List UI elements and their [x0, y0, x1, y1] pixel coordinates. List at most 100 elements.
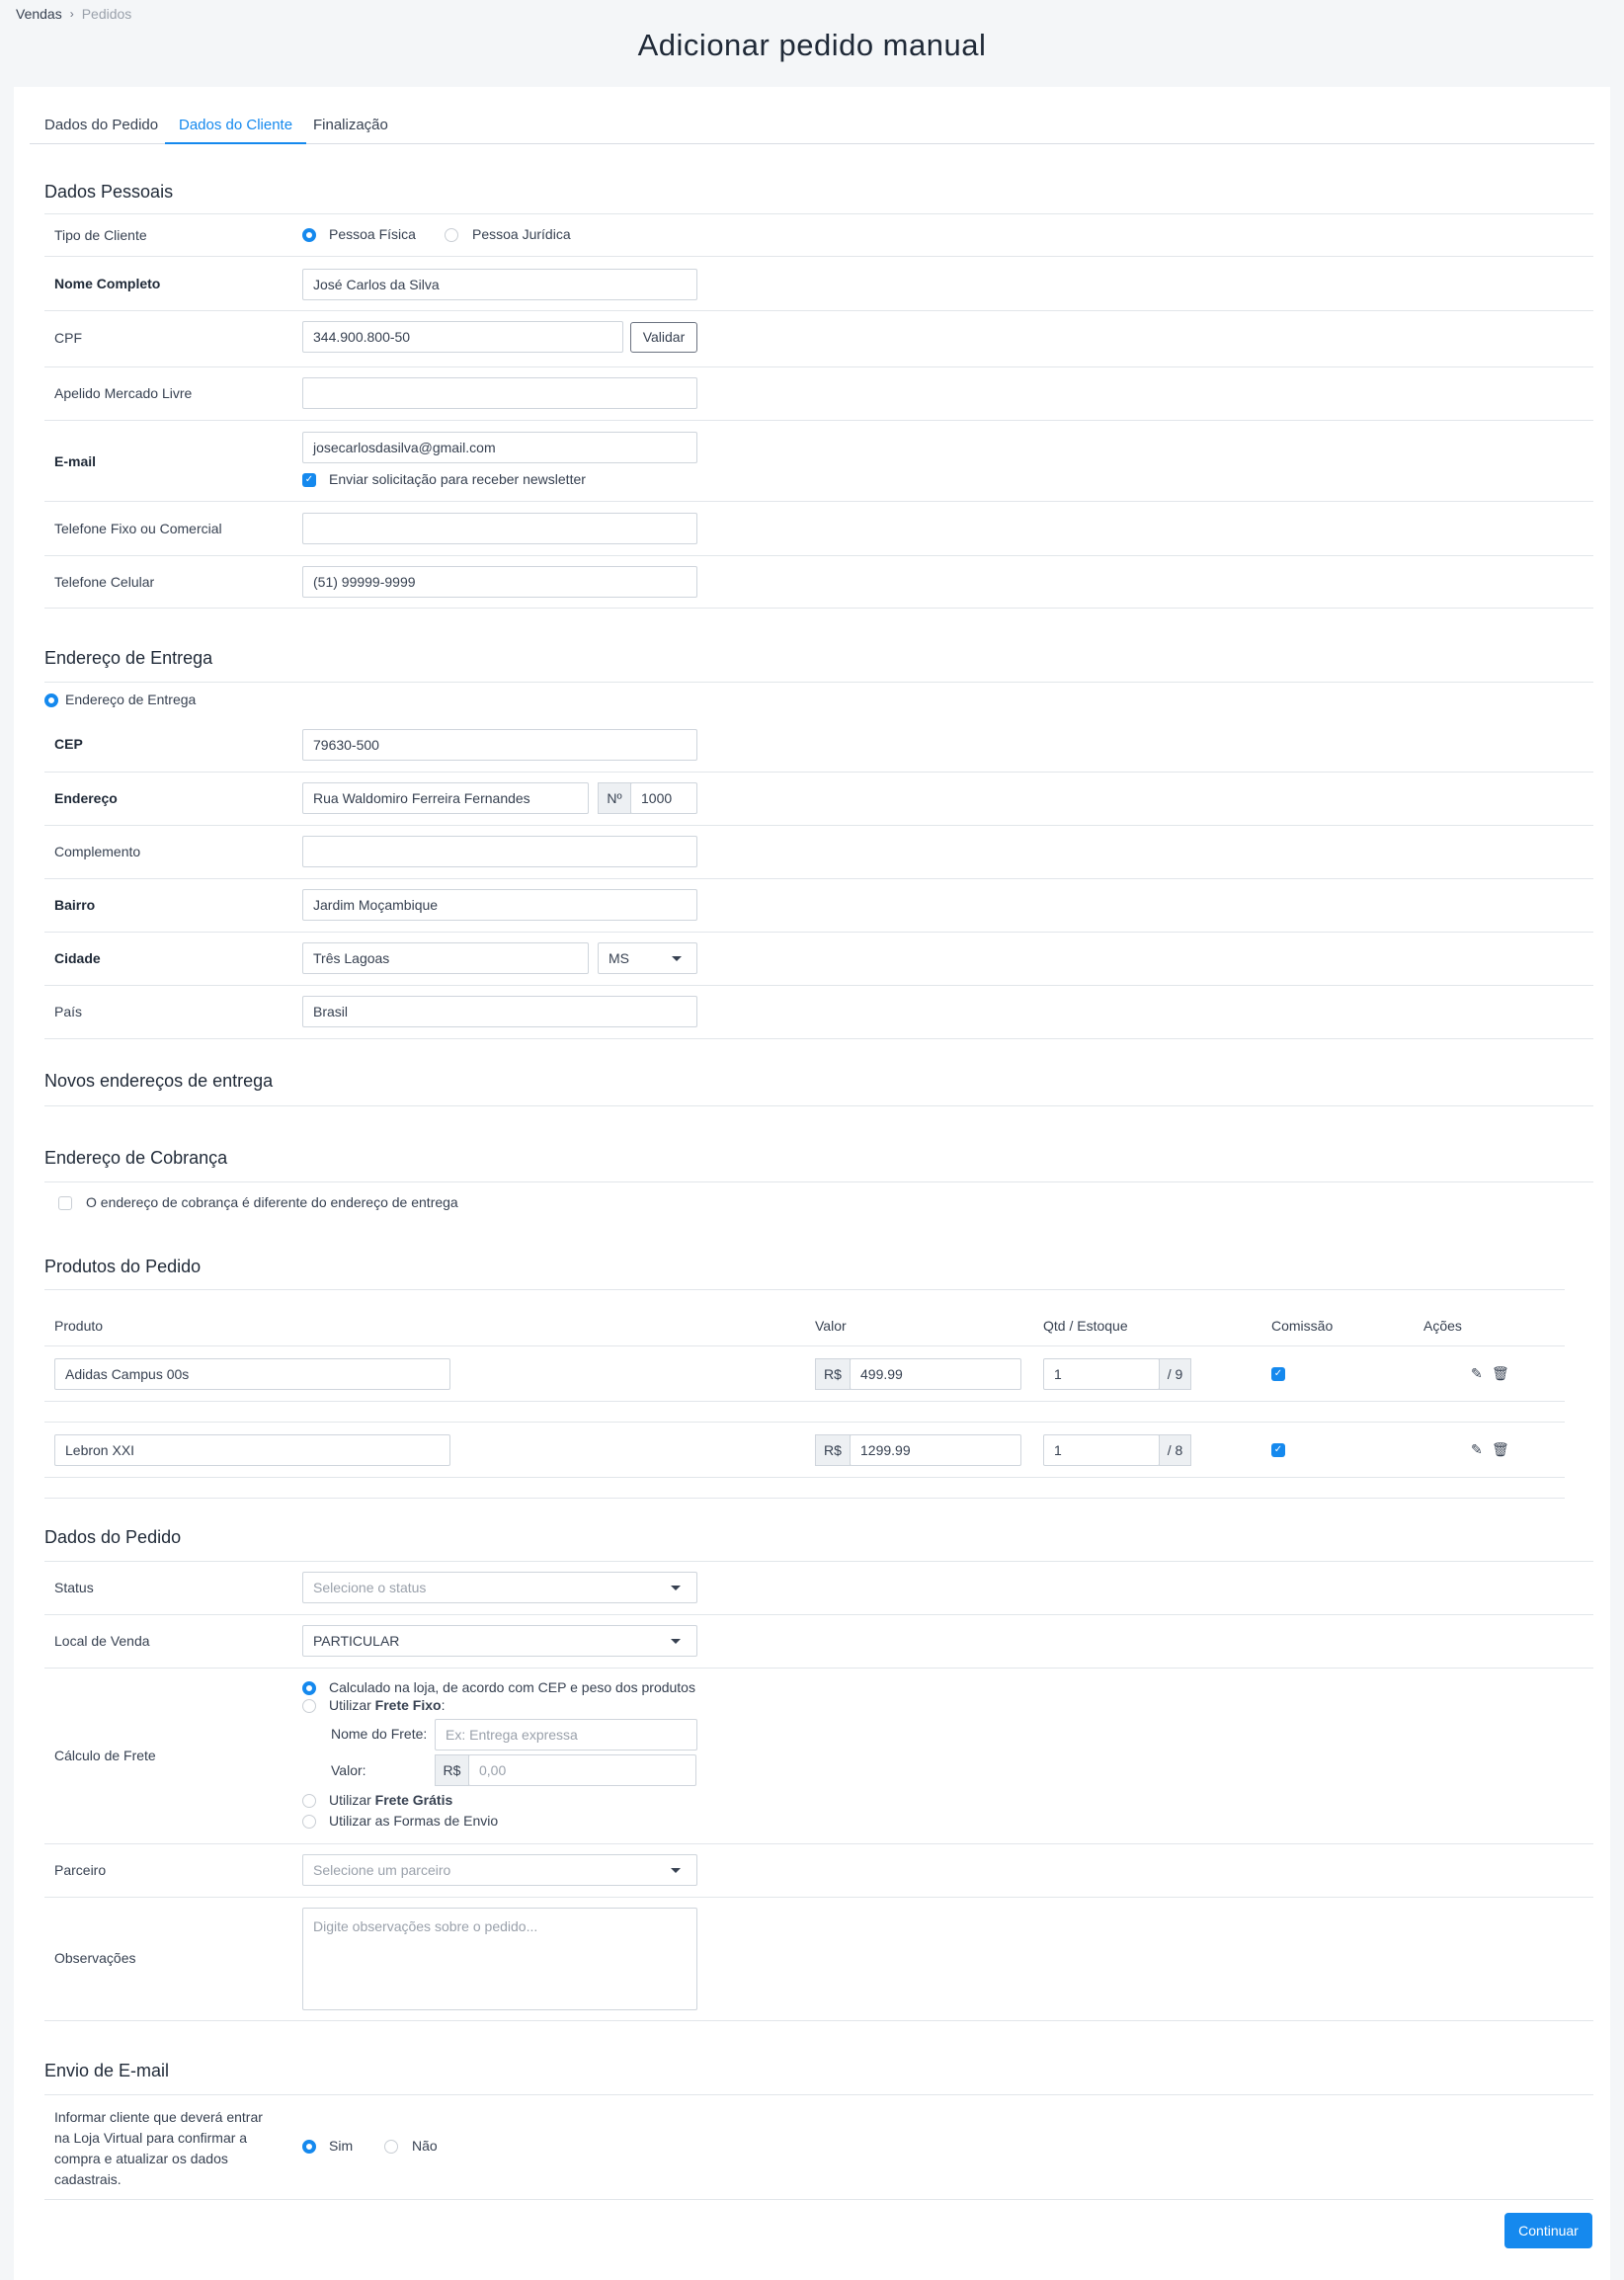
- radio-label-endereco-entrega: Endereço de Entrega: [65, 692, 197, 707]
- chevron-down-icon: [671, 1868, 681, 1873]
- label-celular: Telefone Celular: [54, 574, 155, 590]
- trash-icon[interactable]: 🗑: [1492, 1365, 1509, 1382]
- section-title-produtos: Produtos do Pedido: [44, 1257, 202, 1276]
- divider: [44, 772, 1593, 773]
- celular-input[interactable]: (51) 99999-9999: [302, 566, 697, 598]
- product-price-input[interactable]: 499.99: [850, 1358, 1021, 1390]
- divider: [44, 1181, 1593, 1182]
- observacoes-textarea[interactable]: Digite observações sobre o pedido...: [302, 1908, 697, 2010]
- divider: [44, 1561, 1593, 1562]
- divider: [44, 1401, 1565, 1402]
- commission-checkbox[interactable]: ✓: [1271, 1367, 1285, 1381]
- breadcrumb-root[interactable]: Vendas: [16, 6, 62, 22]
- cpf-input[interactable]: 344.900.800-50: [302, 321, 623, 353]
- section-title-dados-pedido: Dados do Pedido: [44, 1527, 182, 1547]
- endereco-input[interactable]: Rua Waldomiro Ferreira Fernandes: [302, 782, 589, 814]
- radio-formas-envio[interactable]: [302, 1815, 316, 1829]
- cep-input[interactable]: 79630-500: [302, 729, 697, 761]
- formas-envio-label: Utilizar as Formas de Envio: [329, 1813, 499, 1829]
- email-input[interactable]: josecarlosdasilva@gmail.com: [302, 432, 697, 463]
- divider: [44, 1038, 1593, 1039]
- divider: [44, 213, 1593, 214]
- col-header-acoes: Ações: [1423, 1318, 1462, 1334]
- label-cep: CEP: [54, 736, 83, 752]
- radio-endereco-entrega[interactable]: [44, 693, 58, 707]
- trash-icon[interactable]: 🗑: [1492, 1441, 1509, 1458]
- pais-input[interactable]: Brasil: [302, 996, 697, 1027]
- billing-different-label: O endereço de cobrança é diferente do en…: [86, 1194, 458, 1210]
- product-name-input[interactable]: Lebron XXI: [54, 1434, 450, 1466]
- nome-input[interactable]: José Carlos da Silva: [302, 269, 697, 300]
- radio-frete-calculado[interactable]: [302, 1681, 316, 1695]
- divider: [44, 878, 1593, 879]
- fixo-input[interactable]: [302, 513, 697, 544]
- product-name-input[interactable]: Adidas Campus 00s: [54, 1358, 450, 1390]
- chevron-down-icon: [672, 956, 682, 961]
- label-status: Status: [54, 1580, 94, 1595]
- cidade-input[interactable]: Três Lagoas: [302, 942, 589, 974]
- newsletter-label: Enviar solicitação para receber newslett…: [329, 471, 586, 487]
- col-header-valor: Valor: [815, 1318, 847, 1334]
- uf-select[interactable]: MS: [598, 942, 697, 974]
- divider: [44, 1498, 1565, 1499]
- commission-checkbox[interactable]: ✓: [1271, 1443, 1285, 1457]
- parceiro-select[interactable]: Selecione um parceiro: [302, 1854, 697, 1886]
- frete-gratis-label: Utilizar Frete Grátis: [329, 1792, 453, 1808]
- radio-sim[interactable]: [302, 2140, 316, 2154]
- uf-value: MS: [609, 950, 629, 966]
- section-title-envio-email: Envio de E-mail: [44, 2061, 170, 2080]
- divider: [44, 555, 1593, 556]
- divider: [44, 1289, 1565, 1290]
- label-local-venda: Local de Venda: [54, 1633, 150, 1649]
- envio-email-description: Informar cliente que deverá entrar na Lo…: [54, 2109, 263, 2187]
- nome-frete-input[interactable]: Ex: Entrega expressa: [435, 1719, 697, 1751]
- divider: [44, 932, 1593, 933]
- local-venda-select[interactable]: PARTICULAR: [302, 1625, 697, 1657]
- status-select[interactable]: Selecione o status: [302, 1572, 697, 1603]
- numero-input[interactable]: 1000: [630, 782, 697, 814]
- label-fixo: Telefone Fixo ou Comercial: [54, 521, 222, 536]
- edit-icon[interactable]: ✎: [1471, 1365, 1483, 1382]
- divider: [44, 1477, 1565, 1478]
- divider: [44, 682, 1593, 683]
- divider: [44, 2199, 1593, 2200]
- tab-dados-pedido[interactable]: Dados do Pedido: [44, 109, 158, 144]
- radio-frete-fixo[interactable]: [302, 1699, 316, 1713]
- breadcrumb: Vendas › Pedidos: [16, 6, 131, 22]
- divider: [44, 420, 1593, 421]
- label-bairro: Bairro: [54, 897, 96, 913]
- label-apelido: Apelido Mercado Livre: [54, 385, 193, 401]
- complemento-input[interactable]: [302, 836, 697, 867]
- divider: [44, 1345, 1565, 1346]
- continue-button[interactable]: Continuar: [1504, 2213, 1592, 2248]
- label-calculo-frete: Cálculo de Frete: [54, 1748, 156, 1763]
- section-title-dados-pessoais: Dados Pessoais: [44, 182, 174, 202]
- validar-button[interactable]: Validar: [630, 322, 697, 353]
- tab-bar: Dados do Pedido Dados do Cliente Finaliz…: [30, 109, 1594, 144]
- chevron-down-icon: [671, 1586, 681, 1590]
- section-title-cobranca: Endereço de Cobrança: [44, 1148, 228, 1168]
- radio-nao[interactable]: [384, 2140, 398, 2154]
- product-price-input[interactable]: 1299.99: [850, 1434, 1021, 1466]
- radio-frete-gratis[interactable]: [302, 1794, 316, 1808]
- label-nome: Nome Completo: [54, 276, 161, 291]
- valor-frete-input[interactable]: 0,00: [468, 1754, 696, 1786]
- chevron-down-icon: [671, 1639, 681, 1644]
- radio-label-pj: Pessoa Jurídica: [472, 226, 571, 242]
- tab-dados-cliente[interactable]: Dados do Cliente: [165, 109, 307, 144]
- tab-finalizacao[interactable]: Finalização: [313, 109, 388, 144]
- form-card: [14, 87, 1610, 2280]
- divider: [44, 608, 1593, 609]
- radio-pessoa-fisica[interactable]: [302, 228, 316, 242]
- radio-pessoa-juridica[interactable]: [445, 228, 458, 242]
- product-qty-input[interactable]: 1: [1043, 1434, 1160, 1466]
- billing-different-checkbox[interactable]: [58, 1196, 72, 1210]
- divider: [44, 1422, 1565, 1423]
- product-qty-input[interactable]: 1: [1043, 1358, 1160, 1390]
- apelido-input[interactable]: [302, 377, 697, 409]
- label-valor-frete: Valor:: [331, 1762, 366, 1778]
- edit-icon[interactable]: ✎: [1471, 1441, 1483, 1458]
- newsletter-checkbox[interactable]: ✓: [302, 473, 316, 487]
- bairro-input[interactable]: Jardim Moçambique: [302, 889, 697, 921]
- divider: [44, 1668, 1593, 1669]
